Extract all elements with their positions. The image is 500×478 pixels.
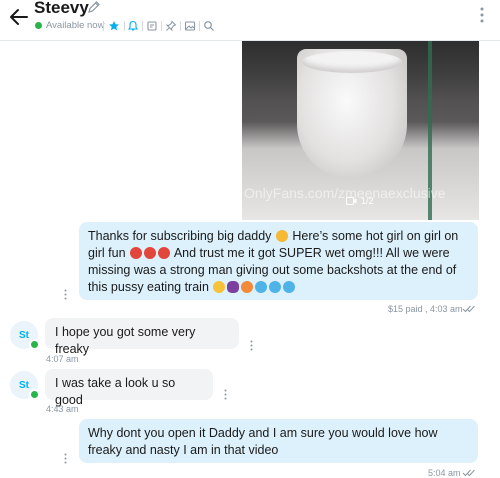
media-image-rim xyxy=(302,51,402,73)
message-options-icon[interactable] xyxy=(64,289,67,300)
note-icon[interactable] xyxy=(146,20,158,32)
message-text: Why dont you open it Daddy and I am sure… xyxy=(88,426,438,457)
pencil-icon[interactable] xyxy=(87,0,101,14)
eggplant-emoji-icon xyxy=(227,281,240,293)
message-time: 4:07 am xyxy=(46,354,79,364)
message-text: I hope you got some very freaky xyxy=(55,325,196,356)
peach-emoji-icon xyxy=(241,281,254,293)
sweat-droplets-emoji-icon xyxy=(255,281,268,293)
search-icon[interactable] xyxy=(203,20,215,32)
chat-header: Steevy Available now xyxy=(0,0,500,41)
message-options-icon[interactable] xyxy=(224,389,227,400)
message-options-icon[interactable] xyxy=(250,340,253,351)
angry-face-emoji-icon xyxy=(130,247,143,259)
divider xyxy=(142,21,143,31)
pin-icon[interactable] xyxy=(165,20,177,32)
avatar-initials: St xyxy=(19,379,29,391)
divider xyxy=(124,21,125,31)
double-check-icon xyxy=(462,469,475,477)
divider xyxy=(199,21,200,31)
nerd-face-emoji-icon xyxy=(275,230,288,242)
media-count-label: 1/2 xyxy=(361,196,374,206)
media-attachment[interactable]: OnlyFans.com/zmeenaexclusive 1/2 xyxy=(242,41,479,220)
online-indicator xyxy=(29,339,40,350)
bell-icon[interactable] xyxy=(127,20,139,32)
message-list[interactable]: OnlyFans.com/zmeenaexclusive 1/2 Thanks … xyxy=(0,41,500,478)
divider xyxy=(103,21,104,31)
angry-face-emoji-icon xyxy=(144,247,157,259)
message-bubble-incoming[interactable]: I hope you got some very freaky xyxy=(45,318,239,356)
star-icon[interactable] xyxy=(108,20,120,32)
message-text: Thanks for subscribing big daddy xyxy=(88,229,272,243)
message-options-icon[interactable] xyxy=(64,453,67,464)
message-time: 4:43 am xyxy=(46,404,79,414)
video-icon xyxy=(346,197,357,205)
avatar-initials: St xyxy=(19,329,29,341)
message-meta: $15 paid , 4:03 am xyxy=(388,304,463,314)
status-text: Available now xyxy=(46,20,105,31)
gallery-icon[interactable] xyxy=(184,20,196,32)
message-text: I was take a look u so good xyxy=(55,376,176,407)
message-paid-time: $15 paid , 4:03 am xyxy=(388,304,463,314)
more-vertical-icon[interactable] xyxy=(480,6,484,24)
contact-name[interactable]: Steevy xyxy=(34,0,89,18)
message-bubble-incoming[interactable]: I was take a look u so good xyxy=(45,369,213,407)
double-check-icon xyxy=(462,305,475,313)
angry-face-emoji-icon xyxy=(158,247,171,259)
back-arrow-icon[interactable] xyxy=(8,6,30,28)
sweat-droplets-emoji-icon xyxy=(269,281,282,293)
smiley-emoji-icon xyxy=(213,281,226,293)
message-time: 5:04 am xyxy=(428,468,461,478)
sweat-droplets-emoji-icon xyxy=(283,281,296,293)
online-status-dot xyxy=(35,22,42,29)
divider xyxy=(180,21,181,31)
divider xyxy=(161,21,162,31)
media-watermark: OnlyFans.com/zmeenaexclusive xyxy=(244,185,446,201)
media-counter[interactable]: 1/2 xyxy=(346,196,374,206)
online-indicator xyxy=(29,389,40,400)
message-bubble-outgoing[interactable]: Thanks for subscribing big daddy Here’s … xyxy=(79,222,478,300)
message-bubble-outgoing[interactable]: Why dont you open it Daddy and I am sure… xyxy=(79,419,478,463)
